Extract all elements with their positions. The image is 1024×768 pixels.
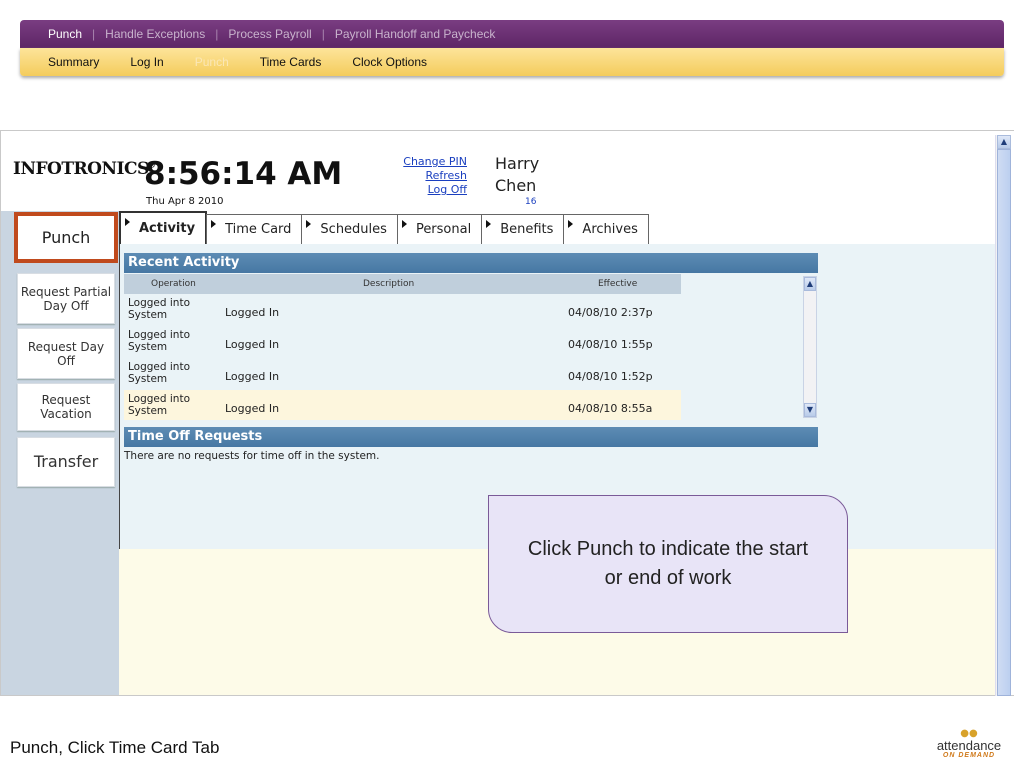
sub-navigation: Summary Log In Punch Time Cards Clock Op… (20, 48, 1004, 76)
request-partial-day-off-button[interactable]: Request Partial Day Off (17, 273, 115, 324)
row-effective: 04/08/10 1:52p (568, 370, 653, 383)
table-row[interactable]: Logged into System Logged In 04/08/10 2:… (124, 294, 681, 326)
subnav-clock-options[interactable]: Clock Options (352, 55, 427, 69)
activity-table: Logged into System Logged In 04/08/10 2:… (124, 294, 681, 422)
tab-bar: Activity Time Card Schedules Personal Be… (119, 211, 649, 244)
table-row[interactable]: Logged into System Logged In 04/08/10 8:… (124, 390, 681, 420)
log-off-link[interactable]: Log Off (371, 183, 467, 197)
no-requests-message: There are no requests for time off in th… (124, 450, 380, 462)
punch-button[interactable]: Punch (14, 212, 118, 263)
user-first-name: Harry (495, 154, 540, 173)
row-description: Logged In (225, 306, 280, 319)
time-off-requests-header: Time Off Requests (124, 427, 818, 447)
row-effective: 04/08/10 8:55a (568, 402, 653, 415)
clock-time: 8:56:14 AM (144, 156, 343, 192)
scroll-up-icon[interactable]: ▲ (997, 135, 1011, 149)
scroll-down-icon[interactable]: ▼ (804, 403, 816, 417)
slide-caption: Punch, Click Time Card Tab (10, 738, 220, 757)
row-operation: Logged into System (128, 361, 190, 385)
subnav-summary[interactable]: Summary (48, 55, 99, 69)
callout-text: Click Punch to indicate the start or end… (527, 538, 809, 589)
infotronics-logo: INFOTRONICS® (13, 159, 156, 179)
row-description: Logged In (225, 370, 280, 383)
recent-activity-header: Recent Activity (124, 253, 818, 273)
row-description: Logged In (225, 402, 280, 415)
row-effective: 04/08/10 2:37p (568, 306, 653, 319)
top-navigation: Punch | Handle Exceptions | Process Payr… (20, 20, 1004, 48)
row-operation: Logged into System (128, 393, 190, 417)
request-day-off-button[interactable]: Request Day Off (17, 328, 115, 379)
table-row[interactable]: Logged into System Logged In 04/08/10 1:… (124, 326, 681, 358)
topnav-payroll-handoff[interactable]: Payroll Handoff and Paycheck (325, 27, 506, 41)
row-description: Logged In (225, 338, 280, 351)
user-id: 16 (525, 197, 537, 207)
transfer-button[interactable]: Transfer (17, 437, 115, 487)
topnav-process-payroll[interactable]: Process Payroll (218, 27, 321, 41)
row-operation: Logged into System (128, 329, 190, 353)
attendance-on-demand-logo: ●● attendance ON DEMAND (926, 728, 1012, 759)
refresh-link[interactable]: Refresh (371, 169, 467, 183)
user-last-name: Chen (495, 176, 537, 195)
column-description[interactable]: Description (363, 279, 414, 289)
instruction-callout: Click Punch to indicate the start or end… (488, 495, 848, 633)
activity-column-headers: Operation Description Effective (124, 274, 681, 294)
tab-schedules[interactable]: Schedules (301, 214, 398, 244)
clock-date: Thu Apr 8 2010 (146, 196, 224, 207)
table-row[interactable]: Logged into System Logged In 04/08/10 1:… (124, 358, 681, 390)
tab-time-card[interactable]: Time Card (206, 214, 303, 244)
change-pin-link[interactable]: Change PIN (371, 155, 467, 169)
page-scrollbar[interactable]: ▲ (995, 135, 1011, 696)
scroll-up-icon[interactable]: ▲ (804, 277, 816, 291)
column-effective[interactable]: Effective (598, 279, 637, 289)
activity-scrollbar[interactable]: ▲ ▼ (803, 276, 817, 418)
user-name: Harry Chen (495, 153, 539, 197)
subnav-time-cards[interactable]: Time Cards (260, 55, 322, 69)
topnav-punch[interactable]: Punch (38, 27, 92, 41)
column-operation[interactable]: Operation (151, 279, 196, 289)
account-links: Change PIN Refresh Log Off (371, 155, 467, 197)
subnav-punch[interactable]: Punch (195, 55, 229, 69)
topnav-handle-exceptions[interactable]: Handle Exceptions (95, 27, 215, 41)
tab-activity[interactable]: Activity (119, 211, 208, 244)
tab-personal[interactable]: Personal (396, 214, 483, 244)
scrollbar-thumb[interactable] (997, 149, 1011, 696)
subnav-log-in[interactable]: Log In (130, 55, 163, 69)
request-vacation-button[interactable]: Request Vacation (17, 383, 115, 431)
row-effective: 04/08/10 1:55p (568, 338, 653, 351)
tab-benefits[interactable]: Benefits (481, 214, 565, 244)
tab-archives[interactable]: Archives (563, 214, 649, 244)
row-operation: Logged into System (128, 297, 190, 321)
